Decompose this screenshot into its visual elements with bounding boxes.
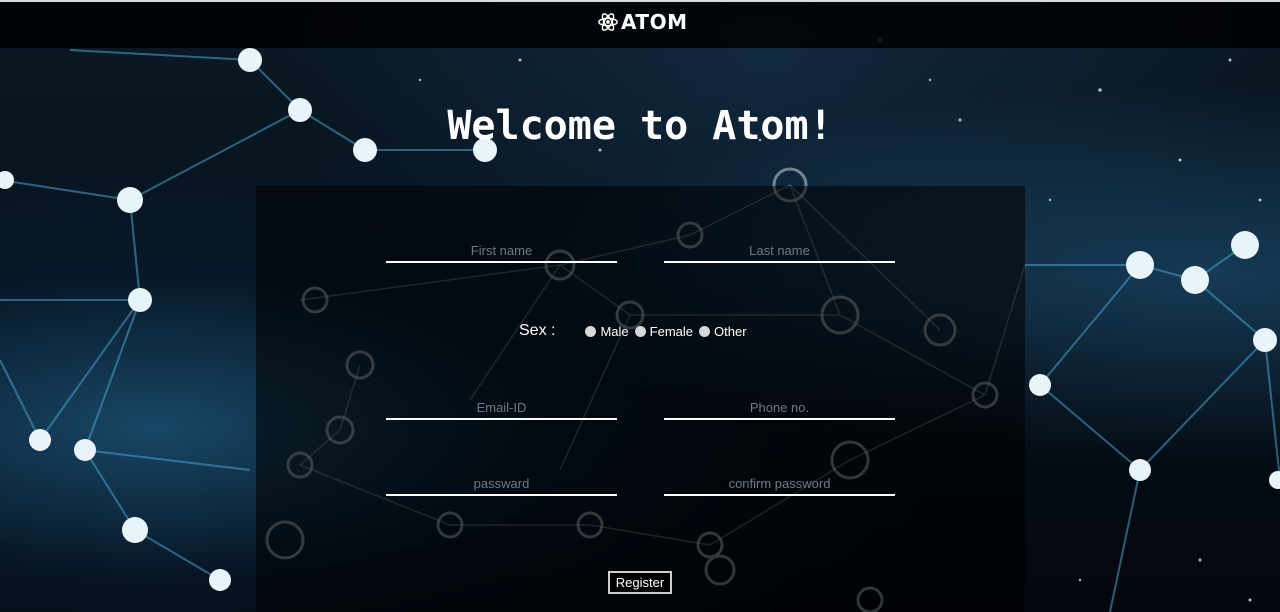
- radio-other-label: Other: [714, 323, 747, 339]
- phone-field[interactable]: [664, 396, 895, 420]
- last-name-field[interactable]: [664, 239, 895, 263]
- brand-logo[interactable]: ATOM: [597, 10, 687, 34]
- radio-other[interactable]: Other: [699, 324, 747, 339]
- radio-button-icon[interactable]: [634, 325, 646, 337]
- radio-button-icon[interactable]: [699, 325, 711, 337]
- page-title: Welcome to Atom!: [447, 102, 833, 149]
- registration-panel: [256, 186, 1025, 612]
- password-field[interactable]: [386, 472, 617, 496]
- radio-female-label: Female: [649, 323, 694, 339]
- radio-female[interactable]: Female: [634, 323, 694, 339]
- register-button[interactable]: Register: [608, 571, 672, 594]
- radio-button-icon[interactable]: [585, 325, 597, 337]
- top-navbar: ATOM: [0, 0, 1280, 48]
- sex-radio-group: Sex : Male Female Other: [519, 320, 753, 342]
- radio-male[interactable]: Male: [585, 323, 629, 339]
- email-field[interactable]: [386, 396, 617, 420]
- first-name-field[interactable]: [386, 239, 617, 263]
- radio-male-label: Male: [600, 323, 629, 339]
- page-background: ATOM Welcome to Atom! Sex : Male Female …: [0, 0, 1280, 612]
- atom-icon: [598, 13, 618, 31]
- confirm-password-field[interactable]: [664, 472, 895, 496]
- sex-label: Sex :: [519, 322, 556, 339]
- brand-name: ATOM: [621, 10, 688, 34]
